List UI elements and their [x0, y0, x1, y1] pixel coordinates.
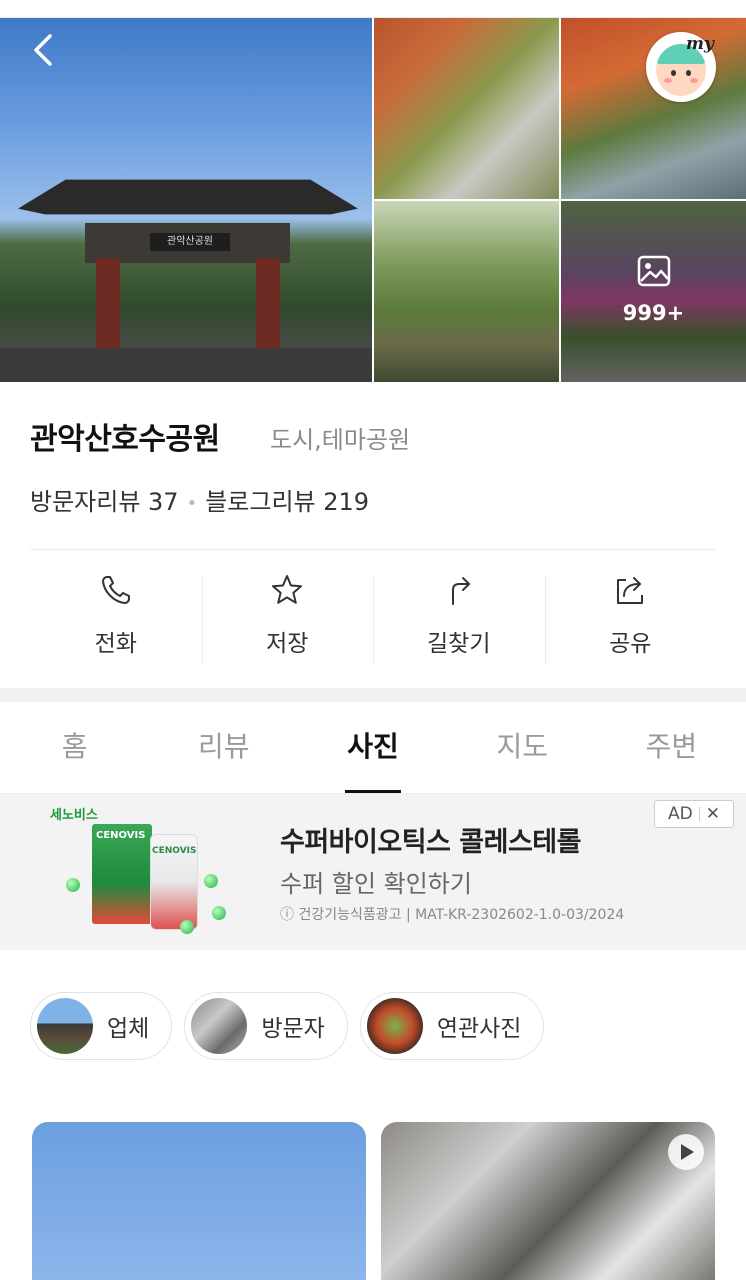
tab-map[interactable]: 지도 — [448, 702, 597, 793]
tab-home[interactable]: 홈 — [0, 702, 149, 793]
ad-product-label: CENOVIS — [96, 830, 146, 841]
phone-icon — [101, 576, 130, 604]
photo-grid-item-video[interactable] — [381, 1122, 715, 1280]
chip-label: 연관사진 — [436, 1016, 522, 1042]
chip-visitor[interactable]: 방문자 — [184, 992, 348, 1060]
photo-filter-chips: 업체 방문자 연관사진 — [30, 992, 545, 1060]
share-button[interactable]: 공유 — [544, 560, 717, 680]
chip-related-photos[interactable]: 연관사진 — [359, 992, 545, 1060]
gate-ground — [0, 348, 372, 382]
ad-capsule-decor — [180, 920, 194, 934]
gate-pillar-right — [256, 258, 280, 350]
ad-label: AD — [668, 804, 693, 824]
chip-thumbnail — [37, 998, 93, 1054]
gallery-photo-2[interactable] — [374, 18, 559, 199]
ad-capsule-decor — [204, 874, 218, 888]
ad-disclaimer: ⓘ 건강기능식품광고 | MAT-KR-2302602-1.0-03/2024 — [280, 907, 625, 923]
share-label: 공유 — [609, 631, 652, 657]
call-label: 전화 — [94, 631, 137, 657]
directions-label: 길찾기 — [427, 631, 491, 657]
directions-button[interactable]: 길찾기 — [373, 560, 545, 680]
tab-nearby[interactable]: 주변 — [597, 702, 746, 793]
ad-subtitle: 수퍼 할인 확인하기 — [280, 870, 472, 898]
blog-reviews-link[interactable]: 블로그리뷰 219 — [205, 488, 369, 516]
gallery-photo-4[interactable] — [374, 201, 559, 382]
chevron-left-icon — [34, 34, 52, 66]
save-label: 저장 — [266, 631, 309, 657]
more-photos-overlay[interactable]: 999+ — [561, 201, 746, 382]
review-summary: 방문자리뷰 37 • 블로그리뷰 219 — [30, 482, 369, 517]
gate-roof — [18, 179, 358, 215]
ad-capsule-decor — [212, 906, 226, 920]
chip-label: 방문자 — [261, 1016, 325, 1042]
chip-business[interactable]: 업체 — [30, 992, 173, 1060]
photo-grid-item[interactable] — [32, 1122, 366, 1280]
tab-photos[interactable]: 사진 — [298, 702, 447, 793]
top-bar — [0, 0, 746, 18]
star-icon — [272, 575, 303, 604]
photo-gallery: 관악산공원 999+ — [0, 18, 746, 382]
gate-pillar-left — [96, 258, 120, 350]
tab-bar: 홈 리뷰 사진 지도 주변 — [0, 702, 746, 794]
back-button[interactable] — [22, 28, 66, 72]
ad-bottle-label: CENOVIS — [152, 846, 197, 856]
ad-brand-logo: 세노비스 — [50, 808, 98, 823]
place-title: 관악산호수공원 — [30, 422, 220, 457]
my-badge-label: my — [686, 34, 714, 54]
directions-icon — [451, 577, 470, 605]
save-button[interactable]: 저장 — [201, 560, 374, 680]
ad-tag-divider — [698, 807, 700, 821]
ad-capsule-decor — [66, 878, 80, 892]
chip-thumbnail — [366, 998, 423, 1054]
place-category: 도시,테마공원 — [270, 426, 411, 454]
gallery-main-photo[interactable]: 관악산공원 — [0, 18, 372, 382]
section-separator — [0, 688, 746, 702]
gate-sign: 관악산공원 — [150, 233, 230, 251]
ad-badge: AD ✕ — [654, 800, 734, 828]
ad-banner[interactable]: 세노비스 CENOVIS CENOVIS 수퍼바이오틱스 콜레스테롤 수퍼 할인… — [0, 794, 746, 950]
image-icon — [637, 255, 671, 287]
ad-close-button[interactable]: ✕ — [706, 804, 720, 824]
chip-label: 업체 — [107, 1016, 150, 1042]
tab-reviews[interactable]: 리뷰 — [149, 702, 298, 793]
share-icon — [617, 577, 644, 604]
separator-dot: • — [186, 492, 198, 514]
ad-title: 수퍼바이오틱스 콜레스테롤 — [280, 827, 581, 858]
visitor-reviews-link[interactable]: 방문자리뷰 37 — [30, 488, 179, 516]
play-icon — [681, 1144, 694, 1160]
divider — [30, 549, 716, 550]
action-bar: 전화 저장 길찾기 공유 — [30, 560, 716, 680]
chip-thumbnail — [191, 998, 248, 1054]
section-gap — [0, 950, 746, 968]
my-profile-button[interactable]: my — [646, 32, 716, 102]
more-photos-count: 999+ — [622, 301, 685, 325]
call-button[interactable]: 전화 — [30, 560, 202, 680]
play-button[interactable] — [668, 1134, 704, 1170]
